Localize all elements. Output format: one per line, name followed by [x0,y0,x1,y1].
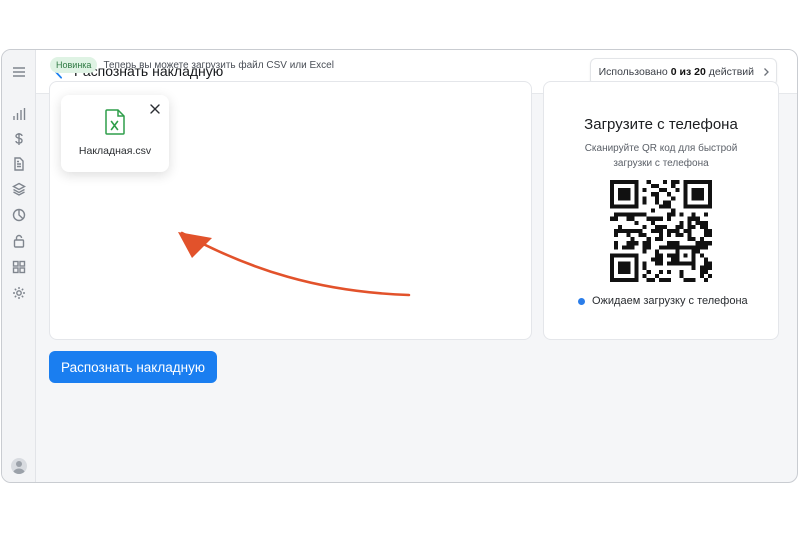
pie-icon[interactable] [11,207,27,223]
lock-icon[interactable] [11,233,27,249]
new-badge: Новинка [50,57,98,73]
usage-count: 0 из 20 [670,66,706,78]
uploaded-file-card: Накладная.csv [61,95,169,172]
phone-upload-panel: Загрузите с телефона Сканируйте QR код д… [543,81,779,340]
file-name: Накладная.csv [78,145,152,157]
status-text: Ожидаем загрузку с телефона [592,295,748,307]
phone-upload-subtitle: Сканируйте QR код для быстрой загрузки с… [584,143,738,169]
sidebar [2,50,36,482]
avatar[interactable] [11,458,27,474]
menu-icon[interactable] [11,64,27,80]
document-icon[interactable] [11,156,27,172]
usage-prefix: Использовано [598,66,668,78]
layers-icon[interactable] [11,181,27,197]
dollar-icon[interactable] [11,131,27,147]
close-icon[interactable] [149,103,161,115]
grid-icon[interactable] [11,259,27,275]
upload-status: Ожидаем загрузку с телефона [578,295,748,307]
status-dot-icon [578,297,585,305]
chart-icon[interactable] [11,106,27,122]
recognize-button[interactable]: Распознать накладную [49,351,217,383]
qr-code [610,180,712,282]
phone-upload-title: Загрузите с телефона [584,116,738,133]
chevron-right-icon [764,68,769,76]
new-feature-notice: Новинка Теперь вы можете загрузить файл … [50,57,334,73]
notice-text: Теперь вы можете загрузить файл CSV или … [103,59,334,71]
gear-icon[interactable] [11,285,27,301]
csv-file-icon [105,109,125,135]
upload-dropzone[interactable]: Накладная.csv [49,81,532,340]
usage-suffix: действий [708,66,754,78]
